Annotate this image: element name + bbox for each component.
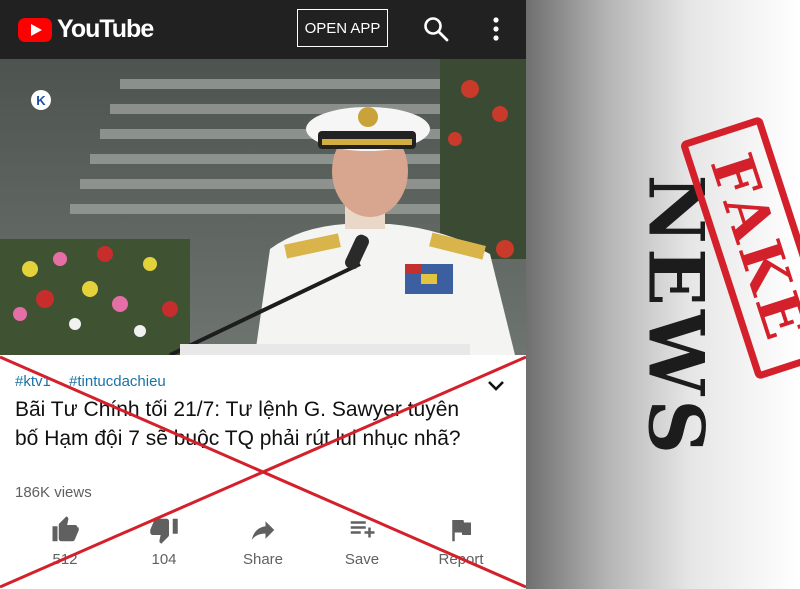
share-label: Share [242, 551, 284, 568]
youtube-top-bar: YouTube OPEN APP [0, 0, 526, 59]
save-button[interactable]: Save [317, 515, 407, 568]
action-bar: 512 104 Share Save Report [0, 515, 526, 585]
thumbs-up-icon [52, 516, 79, 542]
save-label: Save [344, 551, 380, 568]
report-label: Report [438, 551, 484, 568]
share-button[interactable]: Share [218, 515, 308, 568]
chevron-down-icon[interactable] [486, 379, 506, 393]
youtube-logo[interactable]: YouTube [18, 15, 154, 44]
hashtag-link[interactable]: #tintucdachieu [69, 373, 166, 390]
search-icon[interactable] [423, 16, 449, 42]
flag-icon [452, 520, 471, 542]
playlist-add-icon [350, 521, 375, 538]
video-player[interactable]: K [0, 59, 526, 355]
dislike-count: 104 [151, 551, 177, 568]
hashtag-link[interactable]: #ktv1 [15, 373, 51, 390]
youtube-play-icon [18, 17, 52, 42]
channel-watermark: K [36, 93, 46, 108]
video-frame-image: K [0, 59, 526, 355]
report-button[interactable]: Report [416, 515, 506, 568]
hashtags: #ktv1 #tintucdachieu [15, 373, 180, 390]
fake-news-panel: NEWS FAKE [526, 0, 800, 589]
more-vert-icon[interactable] [487, 16, 505, 42]
dislike-button[interactable]: 104 [119, 515, 209, 568]
like-count: 512 [52, 551, 78, 568]
video-title: Bãi Tư Chính tối 21/7: Tư lệnh G. Sawyer… [15, 398, 461, 450]
open-app-button[interactable]: OPEN APP [297, 9, 388, 47]
youtube-screenshot: YouTube OPEN APP K #ktv1 #tintucdachieu … [0, 0, 526, 589]
thumbs-down-icon [150, 518, 178, 544]
view-count: 186K views [15, 484, 92, 501]
like-button[interactable]: 512 [20, 515, 110, 568]
video-details: #ktv1 #tintucdachieu Bãi Tư Chính tối 21… [0, 355, 526, 589]
youtube-brand-text: YouTube [57, 15, 154, 43]
share-arrow-icon [251, 521, 275, 540]
